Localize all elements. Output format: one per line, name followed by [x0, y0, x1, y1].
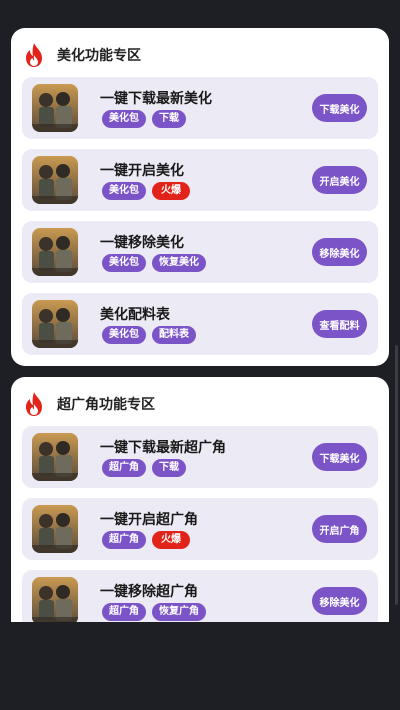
tag-badge: 美化包	[102, 254, 146, 272]
tag-badge: 恢复广角	[152, 603, 206, 621]
list-item: 一键移除超广角 超广角 恢复广角 移除美化	[22, 570, 378, 622]
status-bar	[0, 0, 400, 26]
remove-wide-angle-button[interactable]: 移除美化	[312, 587, 367, 615]
tag-list: 美化包 火爆	[102, 182, 190, 200]
item-title: 一键下载最新超广角	[100, 440, 226, 456]
tag-list: 美化包 配料表	[102, 326, 196, 344]
tag-badge: 美化包	[102, 182, 146, 200]
tag-badge: 下载	[152, 459, 186, 477]
item-title: 一键下载最新美化	[100, 91, 212, 107]
list-item: 一键开启超广角 超广角 火爆 开启广角	[22, 498, 378, 560]
list-item: 一键下载最新超广角 超广角 下载 下载美化	[22, 426, 378, 488]
bottom-panel	[0, 622, 400, 710]
item-title: 一键移除超广角	[100, 584, 198, 600]
item-title: 美化配料表	[100, 307, 170, 323]
enable-beautify-button[interactable]: 开启美化	[312, 166, 367, 194]
game-thumbnail	[32, 84, 78, 132]
list-item: 一键移除美化 美化包 恢复美化 移除美化	[22, 221, 378, 283]
download-wide-angle-button[interactable]: 下载美化	[312, 443, 367, 471]
list-item: 美化配料表 美化包 配料表 查看配料	[22, 293, 378, 355]
enable-wide-angle-button[interactable]: 开启广角	[312, 515, 367, 543]
section-title: 美化功能专区	[57, 48, 141, 64]
tag-badge: 美化包	[102, 110, 146, 128]
hot-badge: 火爆	[152, 531, 190, 549]
item-title: 一键移除美化	[100, 235, 184, 251]
tag-badge: 超广角	[102, 531, 146, 549]
download-beautify-button[interactable]: 下载美化	[312, 94, 367, 122]
tag-badge: 超广角	[102, 603, 146, 621]
wide-angle-section-card: 超广角功能专区 一键下载最新超广角 超广角 下载 下载美化 一键开启超广角 超广…	[11, 377, 389, 622]
list-item: 一键下载最新美化 美化包 下载 下载美化	[22, 77, 378, 139]
view-ingredients-button[interactable]: 查看配料	[312, 310, 367, 338]
tag-list: 超广角 恢复广角	[102, 603, 206, 621]
item-title: 一键开启美化	[100, 163, 184, 179]
tag-list: 超广角 下载	[102, 459, 186, 477]
game-thumbnail	[32, 505, 78, 553]
tag-list: 超广角 火爆	[102, 531, 190, 549]
fire-icon	[26, 43, 42, 67]
tag-list: 美化包 下载	[102, 110, 186, 128]
tag-badge: 美化包	[102, 326, 146, 344]
tag-badge: 下载	[152, 110, 186, 128]
list-item: 一键开启美化 美化包 火爆 开启美化	[22, 149, 378, 211]
section-header: 超广角功能专区	[23, 389, 155, 419]
tag-list: 美化包 恢复美化	[102, 254, 206, 272]
remove-beautify-button[interactable]: 移除美化	[312, 238, 367, 266]
game-thumbnail	[32, 300, 78, 348]
hot-badge: 火爆	[152, 182, 190, 200]
game-thumbnail	[32, 228, 78, 276]
tag-badge: 恢复美化	[152, 254, 206, 272]
game-thumbnail	[32, 433, 78, 481]
tag-badge: 超广角	[102, 459, 146, 477]
item-title: 一键开启超广角	[100, 512, 198, 528]
section-header: 美化功能专区	[23, 40, 141, 70]
game-thumbnail	[32, 577, 78, 622]
scrollbar[interactable]	[395, 345, 398, 605]
fire-icon	[26, 392, 42, 416]
tag-badge: 配料表	[152, 326, 196, 344]
game-thumbnail	[32, 156, 78, 204]
beautify-section-card: 美化功能专区 一键下载最新美化 美化包 下载 下载美化 一键开启美化 美化包 火…	[11, 28, 389, 366]
section-title: 超广角功能专区	[57, 397, 155, 413]
